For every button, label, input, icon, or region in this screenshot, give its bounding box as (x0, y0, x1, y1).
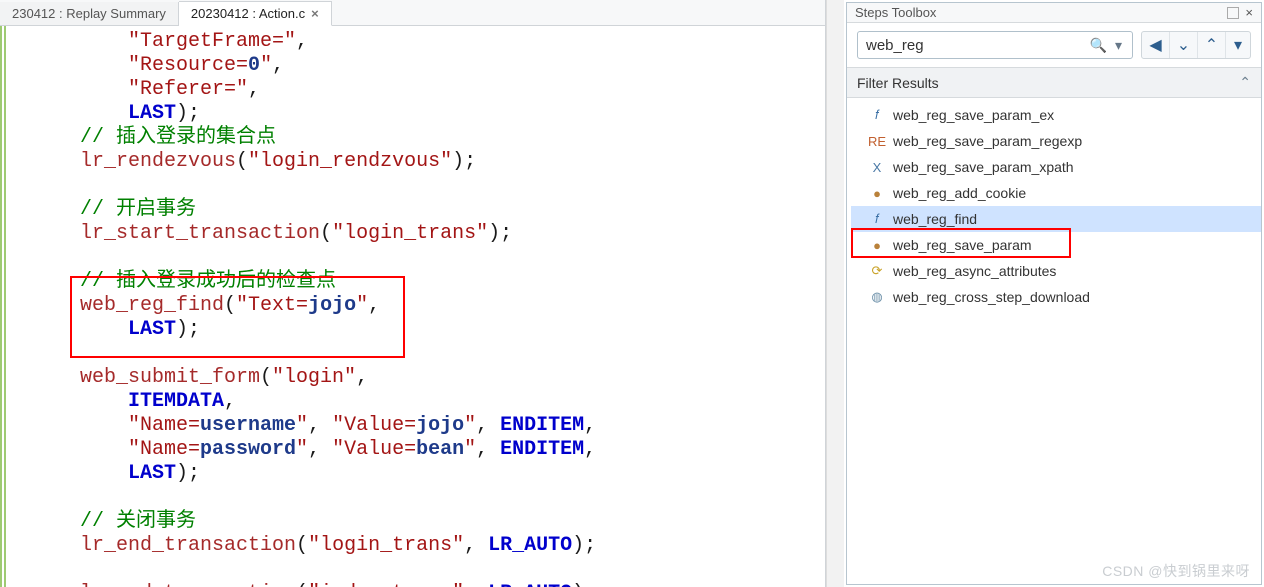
collapse-icon[interactable]: ⌃ (1239, 74, 1251, 91)
tab-replay-summary[interactable]: 230412 : Replay Summary (0, 2, 179, 25)
highlight-box-result (851, 228, 1071, 258)
panel-tools: × (1227, 5, 1253, 20)
result-label: web_reg_async_attributes (893, 263, 1056, 279)
dropdown-icon[interactable]: ▾ (1111, 37, 1126, 54)
search-icon[interactable]: 🔍 (1086, 37, 1111, 54)
result-label: web_reg_save_param_regexp (893, 133, 1082, 149)
results-list: 𝑓 web_reg_save_param_ex RE web_reg_save_par… (847, 98, 1261, 584)
result-label: web_reg_save_param_ex (893, 107, 1054, 123)
steps-toolbox-panel: Steps Toolbox × 🔍 ▾ ◀ ⌄ ⌃ ▾ (844, 0, 1264, 587)
result-item[interactable]: ◍ web_reg_cross_step_download (851, 284, 1261, 310)
xpath-icon: X (869, 159, 885, 175)
filter-results-header[interactable]: Filter Results ⌃ (847, 68, 1261, 98)
result-item[interactable]: ⟳ web_reg_async_attributes (851, 258, 1261, 284)
tab-action-c[interactable]: 20230412 : Action.c × (179, 1, 332, 26)
search-box[interactable]: 🔍 ▾ (857, 31, 1133, 59)
result-item[interactable]: ● web_reg_add_cookie (851, 180, 1261, 206)
download-icon: ◍ (869, 289, 885, 305)
highlight-box-code (70, 276, 405, 358)
regex-icon: RE (869, 133, 885, 149)
result-item[interactable]: RE web_reg_save_param_regexp (851, 128, 1261, 154)
minimize-icon[interactable] (1227, 7, 1239, 19)
editor-scrollbar[interactable] (826, 0, 844, 587)
editor-column: 230412 : Replay Summary 20230412 : Actio… (0, 0, 826, 587)
search-input[interactable] (864, 36, 1086, 55)
nav-down-icon[interactable]: ⌄ (1170, 32, 1198, 58)
close-icon[interactable]: × (311, 6, 319, 21)
panel-title: Steps Toolbox (855, 5, 936, 20)
tab-label: 230412 : Replay Summary (12, 6, 166, 21)
async-icon: ⟳ (869, 263, 885, 279)
search-row: 🔍 ▾ ◀ ⌄ ⌃ ▾ (847, 23, 1261, 68)
filter-results-label: Filter Results (857, 75, 939, 91)
panel-title-bar: Steps Toolbox × (847, 3, 1261, 23)
nav-back-icon[interactable]: ◀ (1142, 32, 1170, 58)
nav-up-icon[interactable]: ⌃ (1198, 32, 1226, 58)
result-label: web_reg_cross_step_download (893, 289, 1090, 305)
tab-label: 20230412 : Action.c (191, 6, 305, 21)
code-editor[interactable]: "TargetFrame=", "Resource=0", "Referer="… (0, 26, 825, 587)
find-icon: 𝑓 (869, 211, 885, 227)
result-item[interactable]: 𝑓 web_reg_save_param_ex (851, 102, 1261, 128)
cookie-icon: ● (869, 185, 885, 201)
result-label: web_reg_find (893, 211, 977, 227)
tab-bar: 230412 : Replay Summary 20230412 : Actio… (0, 0, 825, 26)
result-label: web_reg_save_param_xpath (893, 159, 1074, 175)
result-label: web_reg_add_cookie (893, 185, 1026, 201)
fx-icon: 𝑓 (869, 107, 885, 123)
nav-buttons: ◀ ⌄ ⌃ ▾ (1141, 31, 1251, 59)
nav-more-icon[interactable]: ▾ (1226, 32, 1250, 58)
result-item[interactable]: Xweb_reg_save_param_xpath (851, 154, 1261, 180)
close-panel-icon[interactable]: × (1245, 5, 1253, 20)
gutter-marks (0, 26, 6, 587)
